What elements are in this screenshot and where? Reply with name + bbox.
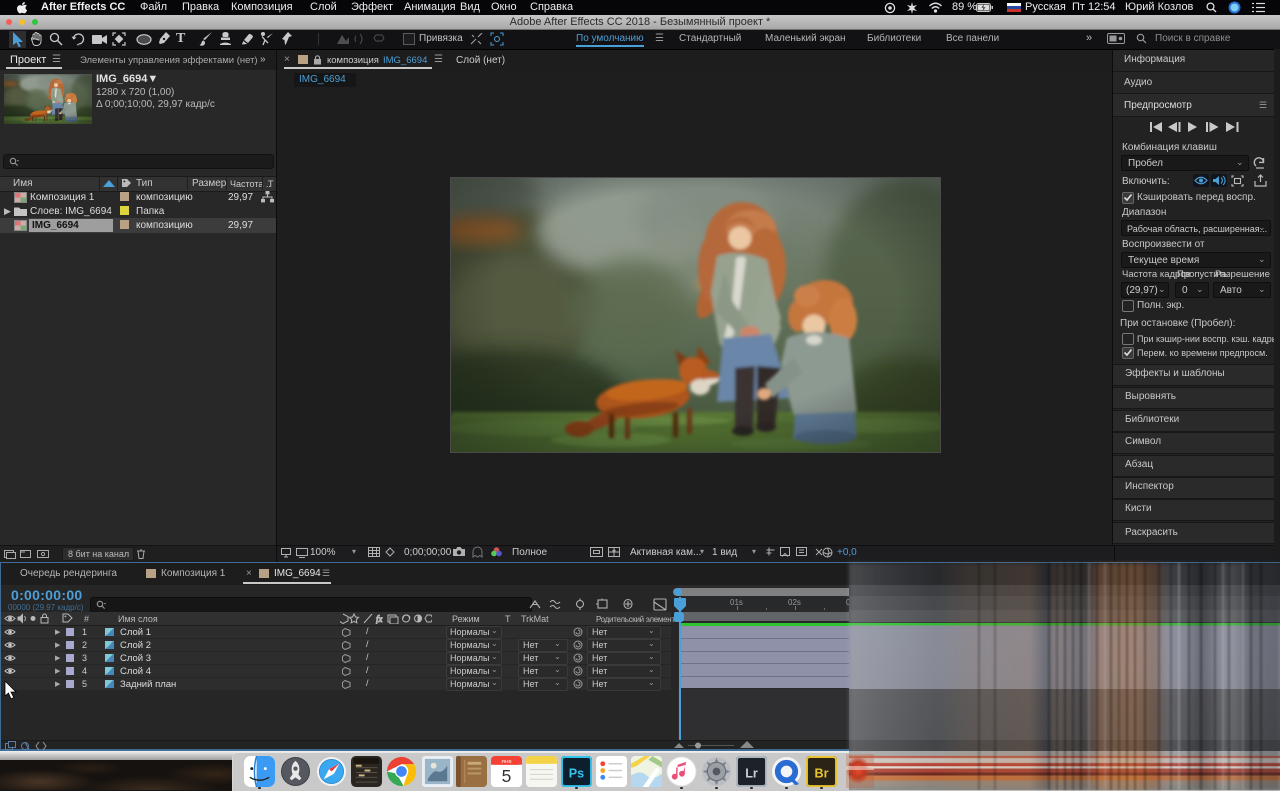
svg-text:fx: fx: [376, 614, 383, 624]
svg-text:5: 5: [502, 766, 512, 786]
svg-text:Br: Br: [815, 766, 829, 780]
svg-text:Ps: Ps: [569, 766, 584, 780]
svg-text:ЯНВ: ЯНВ: [501, 759, 511, 765]
svg-text:Lr: Lr: [745, 766, 758, 780]
